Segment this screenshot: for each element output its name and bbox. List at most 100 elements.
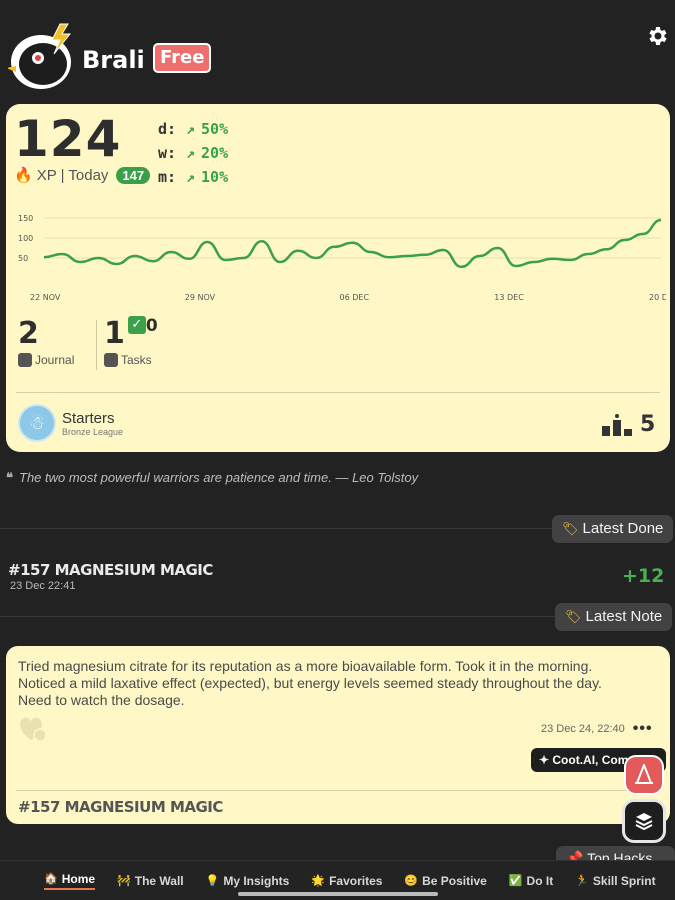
nav-label: Be Positive [422,873,487,888]
y-tick-label: 150 [18,214,33,223]
tasks-done-count: 0 [145,316,158,336]
today-xp-badge: 147 [116,166,151,184]
xp-deltas: d: ↗ 50% w: ↗ 20% m: ↗ 10% [158,117,228,189]
y-tick-label: 100 [18,234,33,243]
smile-icon: 😊 [404,875,419,887]
latest-note-label: Latest Note [585,608,663,625]
xp-series-line [43,218,662,269]
nav-the-wall[interactable]: 🚧 The Wall [117,874,184,888]
note-text: Tried magnesium citrate for its reputati… [18,658,602,708]
x-tick-label: 22 NOV [30,293,61,302]
card-divider [16,392,660,393]
note-meta: 23 Dec 24, 22:40 ••• [541,720,653,738]
delta-value: 10% [201,168,229,186]
app-brand: Brali [82,46,145,74]
latest-done-label: Latest Done [582,520,664,537]
quote-text: The two most powerful warriors are patie… [19,470,419,485]
x-tick-label: 29 NOV [185,293,216,302]
section-separator [0,616,555,617]
delta-key: m: [158,168,177,186]
latest-done-title[interactable]: #157 MAGNESIUM MAGIC [8,561,213,579]
podium-icon [602,413,632,436]
nav-my-insights[interactable]: 💡 My Insights [206,874,290,888]
trend-up-icon: ↗ [186,120,196,138]
counter-divider [96,320,97,370]
note-hack-title[interactable]: #157 MAGNESIUM MAGIC [18,798,223,816]
nav-favorites[interactable]: 🌟 Favorites [311,874,382,888]
xp-today-line: 🔥 XP | Today 147 [14,166,151,184]
tasks-label: Tasks [121,353,152,367]
note-timestamp: 23 Dec 24, 22:40 [541,723,625,735]
latest-note-pill[interactable]: 🏷 Latest Note [555,603,673,631]
check-icon: ✓ [127,316,146,334]
nav-skill-sprint[interactable]: 🏃 Skill Sprint [575,874,655,888]
wall-icon: 🚧 [117,875,131,887]
wizard-hat-icon [635,764,653,784]
journal-icon [18,353,32,367]
nav-label: Favorites [329,873,383,888]
delta-value: 50% [201,120,229,138]
settings-gear-icon[interactable] [645,24,669,48]
tasks-count: 1 [104,316,125,351]
ai-assistant-button[interactable] [624,755,664,795]
coot-label: Coot.AI, Com [552,753,629,767]
note-divider [16,790,660,791]
nav-label: Home [61,871,96,886]
layers-button[interactable] [622,799,666,843]
flame-icon: 🔥 [14,167,33,184]
sparkle-icon: ✦ [539,753,553,767]
latest-note-card[interactable]: Tried magnesium citrate for its reputati… [6,646,670,824]
nav-home[interactable]: 🏠 Home [44,871,96,890]
journal-label: Journal [35,353,75,367]
trend-up-icon: ↗ [186,144,196,162]
layers-icon [635,813,653,831]
journal-counter[interactable]: 2 Journal [18,316,74,367]
league-rank[interactable]: 5 [602,412,655,437]
quote-icon: ❝ [6,470,13,485]
xp-line-chart: 150 100 50 22 NOV 29 NOV 06 DEC 13 DEC 20 DEC [18,214,666,302]
home-indicator [238,892,438,896]
section-separator [0,528,552,529]
x-tick-label: 13 DEC [494,293,524,302]
nav-do-it[interactable]: ✅ Do It [509,874,553,888]
like-heart-icon[interactable] [18,716,48,742]
nav-label: Do It [526,873,554,888]
stats-card[interactable]: 124 🔥 XP | Today 147 d: ↗ 50% w: ↗ 20% m… [6,104,670,452]
latest-done-date: 23 Dec 22:41 [10,580,76,592]
runner-icon: 🏃 [575,875,589,887]
league-info[interactable]: ☃ Starters Bronze League [18,404,123,442]
delta-row-day: d: ↗ 50% [158,117,228,141]
x-tick-label: 06 DEC [340,293,370,302]
nav-be-positive[interactable]: 😊 Be Positive [404,874,486,888]
league-avatar-icon: ☃ [18,404,56,442]
tag-icon: 🏷 [565,609,582,624]
tasks-counter[interactable]: 1 ✓ 0 Tasks [104,316,158,367]
tag-icon: 🏷 [562,521,579,536]
plan-badge[interactable]: Free [153,43,212,73]
trend-up-icon: ↗ [186,168,196,186]
star-icon: 🌟 [311,875,326,887]
delta-value: 20% [201,144,229,162]
delta-key: d: [158,120,177,138]
brali-logo-icon [8,23,72,89]
nav-label: Skill Sprint [592,873,656,888]
latest-done-pill[interactable]: 🏷 Latest Done [552,515,674,543]
daily-quote: ❝ The two most powerful warriors are pati… [6,470,418,486]
y-tick-label: 50 [18,254,28,263]
journal-count: 2 [18,316,39,351]
more-options-icon[interactable]: ••• [633,720,653,738]
xp-label: XP | Today [36,166,109,184]
nav-label: The Wall [134,873,184,888]
checkbox-icon: ✅ [508,875,523,887]
latest-done-score: +12 [622,565,665,587]
counters: 2 Journal 1 ✓ 0 Tasks [6,316,670,376]
tasks-icon [104,353,118,367]
league-tier: Bronze League [62,426,124,437]
x-tick-label: 20 DEC [649,293,666,302]
league-name: Starters [62,409,115,427]
delta-row-week: w: ↗ 20% [158,141,228,165]
delta-row-month: m: ↗ 10% [158,165,228,189]
nav-label: My Insights [223,873,290,888]
rank-number: 5 [640,412,656,437]
home-icon: 🏠 [44,873,58,885]
